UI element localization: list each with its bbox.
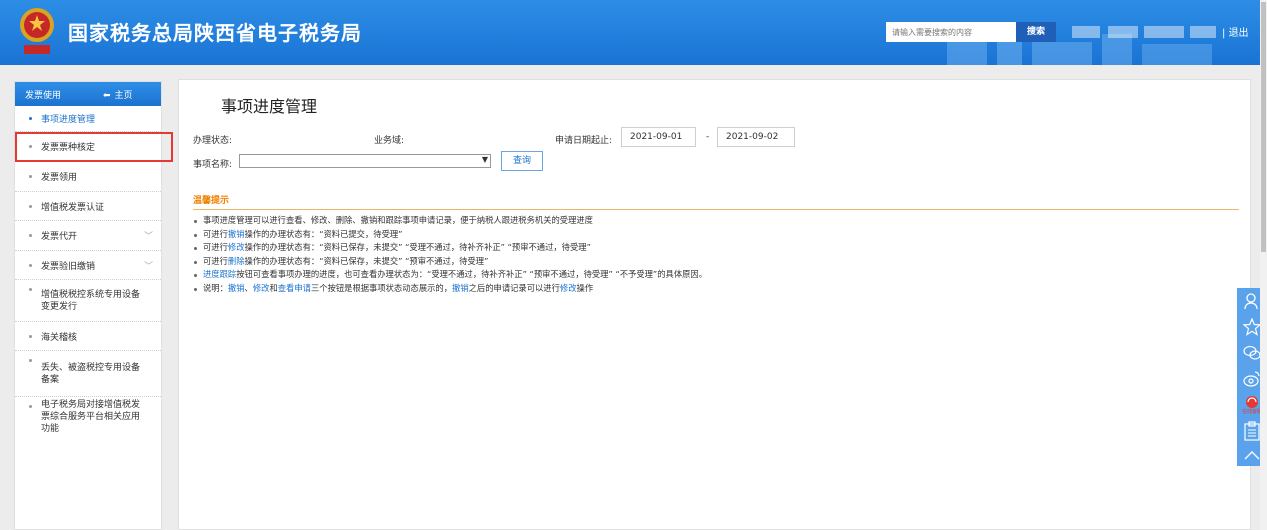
tip-text: 三个按钮是根据事项状态动态展示的， (310, 282, 453, 293)
tip-item: 事项进度管理可以进行查看、修改、删除、撤销和跟踪事项申请记录，便于纳税人跟进税务… (193, 214, 707, 228)
sidebar-item-vat-platform[interactable]: 电子税务局对接增值税发票综合服务平台相关应用功能 (15, 397, 161, 453)
sidebar-header: 发票使用 ⬅ 主页 (15, 82, 161, 106)
scrollbar-thumb[interactable] (1261, 2, 1266, 252)
logout-link[interactable]: | 退出 (1222, 24, 1249, 39)
sidebar-item-label: 发票代开 (41, 232, 78, 242)
status-label: 办理状态: (193, 136, 233, 146)
tip-text: 、 (244, 282, 253, 293)
sidebar-item-label: 海关稽核 (41, 332, 78, 343)
sidebar-item-progress[interactable]: 事项进度管理 (15, 106, 161, 132)
chevron-down-icon: ﹀ (143, 261, 153, 272)
home-label: 主页 (114, 91, 133, 101)
sidebar-item-invoice-type[interactable]: 发票票种核定 (15, 132, 173, 162)
sidebar: 发票使用 ⬅ 主页 事项进度管理 发票票种核定 发票领用 增值税发票认证 发票代开… (14, 81, 173, 530)
tip-text: 可进行 (203, 228, 228, 239)
tip-text: 操作 (576, 282, 594, 293)
item-name-label: 事项名称: (193, 160, 233, 170)
tip-item: 可进行撤销操作的办理状态有：“资料已提交，待受理” (193, 228, 707, 242)
sidebar-item-lost-device[interactable]: 丢失、被盗税控专用设备备案 (15, 351, 161, 397)
search-input[interactable] (886, 22, 1016, 42)
progress-track-link[interactable]: 进度跟踪 (203, 269, 236, 279)
sidebar-item-vat-auth[interactable]: 增值税发票认证 (15, 192, 161, 221)
home-link[interactable]: ⬅ 主页 (103, 88, 133, 101)
sidebar-item-device-issue[interactable]: 增值税税控系统专用设备变更发行 (15, 280, 161, 322)
tip-item: 进度跟踪按钮可查看事项办理的进度，也可查看办理状态为：“受理不通过，待补齐补正”… (193, 268, 707, 282)
tip-text: 说明： (203, 282, 228, 293)
tip-text: 操作的办理状态有：“资料已保存，未提交” “受理不通过，待补齐补正” “预审不通… (244, 242, 591, 252)
tax-emblem-logo (20, 8, 54, 54)
date-from-input[interactable]: 2021-09-01 (621, 127, 696, 147)
top-header: 国家税务总局陕西省电子税务局 搜索 | 退出 (0, 0, 1267, 65)
query-button[interactable]: 查询 (501, 151, 543, 171)
date-separator: - (706, 132, 710, 142)
sidebar-item-label: 电子税务局对接增值税发票综合服务平台相关应用功能 (41, 400, 141, 434)
tip-text: 操作的办理状态有：“资料已提交，待受理” (244, 228, 403, 239)
sidebar-item-label: 事项进度管理 (41, 115, 96, 125)
tips-heading: 温馨提示 (193, 196, 230, 206)
date-to-input[interactable]: 2021-09-02 (717, 127, 795, 147)
item-name-select[interactable]: ▼ (239, 154, 491, 168)
tips-list: 事项进度管理可以进行查看、修改、删除、撤销和跟踪事项申请记录，便于纳税人跟进税务… (193, 214, 707, 295)
tip-text: 和 (269, 282, 278, 293)
sidebar-item-label: 丢失、被盗税控专用设备备案 (41, 362, 141, 385)
sidebar-item-label: 发票票种核定 (41, 143, 96, 153)
tip-text: 可进行 (203, 242, 228, 252)
site-title: 国家税务总局陕西省电子税务局 (68, 21, 362, 45)
sidebar-item-label: 增值税税控系统专用设备变更发行 (41, 289, 141, 312)
page-title: 事项进度管理 (221, 97, 318, 116)
sidebar-item-invoice-receive[interactable]: 发票领用 (15, 162, 161, 192)
delete-link[interactable]: 删除 (228, 256, 245, 266)
sidebar-item-label: 发票验旧缴销 (41, 261, 96, 272)
view-application-link[interactable]: 查看申请 (278, 283, 311, 293)
chevron-down-icon: ▼ (481, 155, 488, 164)
tip-text: 按钮可查看事项办理的进度，也可查看办理状态为：“受理不通过，待补齐补正” “预审… (236, 269, 708, 279)
domain-label: 业务域: (374, 136, 405, 146)
logout-label: 退出 (1228, 28, 1249, 39)
date-range-label: 申请日期起止: (555, 136, 613, 146)
modify-link[interactable]: 修改 (253, 283, 270, 293)
search-button[interactable]: 搜索 (1016, 22, 1056, 42)
online-service-label: 在线客服 (1241, 409, 1262, 415)
sidebar-item-invoice-verify[interactable]: 发票验旧缴销 ﹀ (15, 251, 161, 280)
chevron-down-icon: ﹀ (143, 232, 153, 242)
revoke-link[interactable]: 撤销 (228, 229, 245, 239)
tip-text: 可进行 (203, 255, 228, 266)
tip-text: 之后的申请记录可以进行 (468, 282, 560, 293)
tip-item: 可进行修改操作的办理状态有：“资料已保存，未提交” “受理不通过，待补齐补正” … (193, 241, 707, 255)
sidebar-item-customs-audit[interactable]: 海关稽核 (15, 322, 161, 351)
blurred-user-info (1072, 26, 1220, 38)
tip-item: 说明：撤销、修改和查看申请三个按钮是根据事项状态动态展示的，撤销之后的申请记录可… (193, 282, 707, 296)
sidebar-item-label: 发票领用 (41, 173, 78, 183)
modify-link[interactable]: 修改 (228, 242, 245, 252)
revoke-link[interactable]: 撤销 (228, 283, 245, 293)
main-panel: 事项进度管理 办理状态: 业务域: 申请日期起止: 2021-09-01 - 2… (178, 79, 1251, 530)
sidebar-item-invoice-issue[interactable]: 发票代开 ﹀ (15, 221, 161, 251)
tips-divider (193, 209, 1239, 210)
tip-text: 操作的办理状态有：“资料已保存，未提交” “预审不通过，待受理” (244, 255, 489, 266)
home-icon: ⬅ (103, 91, 111, 101)
tip-item: 可进行删除操作的办理状态有：“资料已保存，未提交” “预审不通过，待受理” (193, 255, 707, 269)
sidebar-title: 发票使用 (25, 91, 62, 101)
tip-text: 事项进度管理可以进行查看、修改、删除、撤销和跟踪事项申请记录，便于纳税人跟进税务… (203, 215, 593, 225)
sidebar-item-label: 增值税发票认证 (41, 202, 105, 213)
revoke-link[interactable]: 撤销 (452, 283, 469, 293)
modify-link[interactable]: 修改 (560, 283, 577, 293)
